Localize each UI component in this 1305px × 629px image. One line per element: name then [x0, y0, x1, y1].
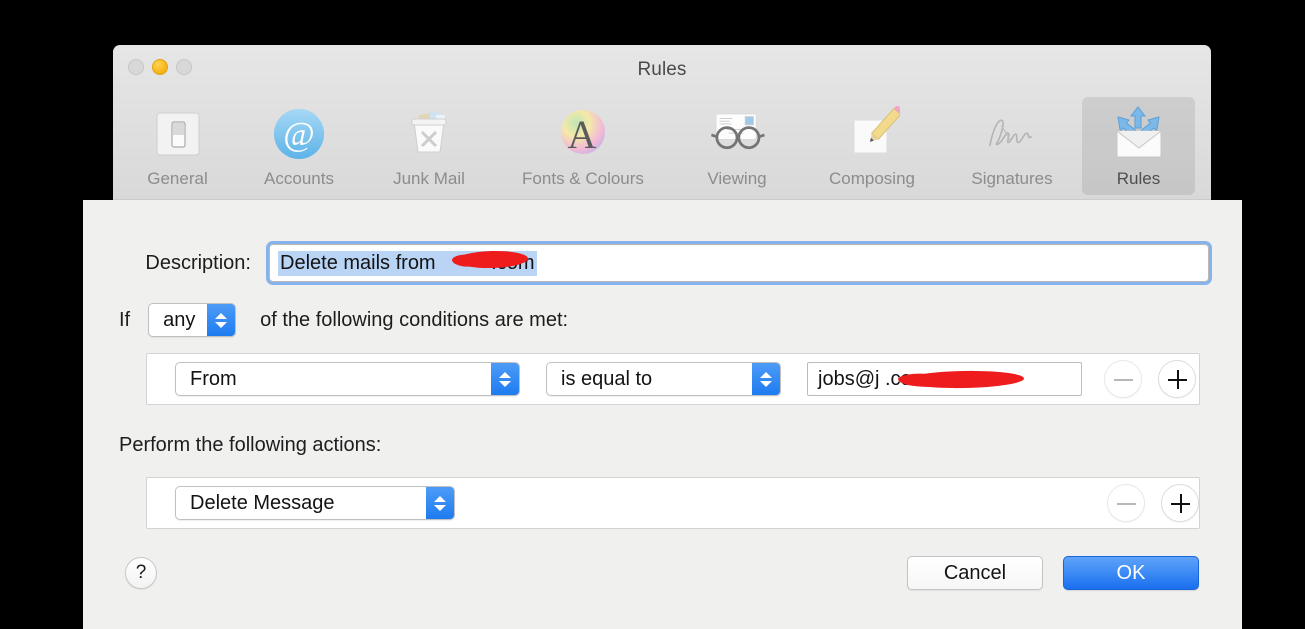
tab-rules[interactable]: Rules [1082, 97, 1195, 195]
condition-field-select[interactable]: From [175, 362, 520, 396]
action-value: Delete Message [190, 491, 335, 514]
screen: Rules General @ Accounts Junk Mail A Fon… [0, 0, 1305, 629]
conditions-list: From is equal to jobs@j .com [146, 353, 1200, 405]
tab-composing-label: Composing [829, 169, 915, 188]
window-titlebar: Rules [113, 45, 1211, 97]
remove-action-button[interactable] [1107, 484, 1145, 522]
description-label: Description: [145, 251, 251, 274]
glasses-icon [705, 103, 769, 165]
signature-icon [980, 103, 1044, 165]
condition-field-value: From [190, 367, 237, 390]
add-action-button[interactable] [1161, 484, 1199, 522]
condition-value-input[interactable]: jobs@j .com [807, 362, 1082, 396]
rule-editor-sheet: Description: Delete mails from .com If a… [83, 200, 1242, 629]
condition-operator-value: is equal to [561, 367, 653, 390]
ok-button[interactable]: OK [1063, 556, 1199, 590]
at-sign-icon: @ [267, 103, 331, 165]
tab-junk-mail[interactable]: Junk Mail [364, 97, 494, 195]
action-row-buttons [1107, 484, 1199, 522]
pencil-icon [840, 103, 904, 165]
condition-row: From is equal to jobs@j .com [147, 354, 1199, 404]
description-value: Delete mails from .com [278, 250, 537, 276]
rules-icon [1107, 103, 1171, 165]
switch-icon [146, 103, 210, 165]
description-input[interactable]: Delete mails from .com [269, 244, 1209, 282]
condition-row-buttons [1104, 360, 1196, 398]
tab-signatures-label: Signatures [971, 169, 1053, 188]
tab-rules-label: Rules [1116, 169, 1161, 188]
chevron-updown-icon[interactable] [426, 487, 454, 519]
tab-general[interactable]: General [121, 97, 234, 195]
svg-text:@: @ [283, 116, 314, 153]
page-title: Rules [637, 59, 687, 80]
svg-text:A: A [568, 112, 597, 157]
chevron-updown-icon[interactable] [207, 304, 236, 336]
tab-signatures[interactable]: Signatures [942, 97, 1082, 195]
tab-fonts-colours-label: Fonts & Colours [522, 169, 644, 188]
action-select[interactable]: Delete Message [175, 486, 455, 520]
font-color-icon: A [551, 103, 615, 165]
tab-general-label: General [147, 169, 208, 188]
tab-viewing-label: Viewing [707, 169, 767, 188]
chevron-updown-icon[interactable] [491, 363, 519, 395]
actions-label: Perform the following actions: [119, 434, 382, 456]
match-mode-select[interactable]: any [148, 303, 237, 337]
actions-list: Delete Message [146, 477, 1200, 529]
tab-accounts[interactable]: @ Accounts [234, 97, 364, 195]
tab-fonts-colours[interactable]: A Fonts & Colours [494, 97, 672, 195]
condition-value-text: jobs@j .com [818, 367, 929, 390]
add-condition-button[interactable] [1158, 360, 1196, 398]
help-button[interactable]: ? [125, 557, 157, 589]
condition-operator-select[interactable]: is equal to [546, 362, 781, 396]
chevron-updown-icon[interactable] [752, 363, 780, 395]
if-label: If [119, 308, 131, 331]
tab-viewing[interactable]: Viewing [672, 97, 802, 195]
action-row: Delete Message [147, 478, 1199, 528]
conditions-header-text: of the following conditions are met: [260, 308, 569, 331]
tab-junk-mail-label: Junk Mail [393, 169, 465, 188]
description-row: Description: Delete mails from .com [119, 244, 1209, 282]
remove-condition-button[interactable] [1104, 360, 1142, 398]
cancel-button[interactable]: Cancel [907, 556, 1043, 590]
tab-composing[interactable]: Composing [802, 97, 942, 195]
tab-accounts-label: Accounts [264, 169, 334, 188]
preferences-toolbar[interactable]: General @ Accounts Junk Mail A Fonts & C… [113, 97, 1211, 197]
trash-icon [397, 103, 461, 165]
match-mode-value: any [163, 308, 196, 331]
conditions-header: If any of the following conditions are m… [119, 303, 568, 337]
